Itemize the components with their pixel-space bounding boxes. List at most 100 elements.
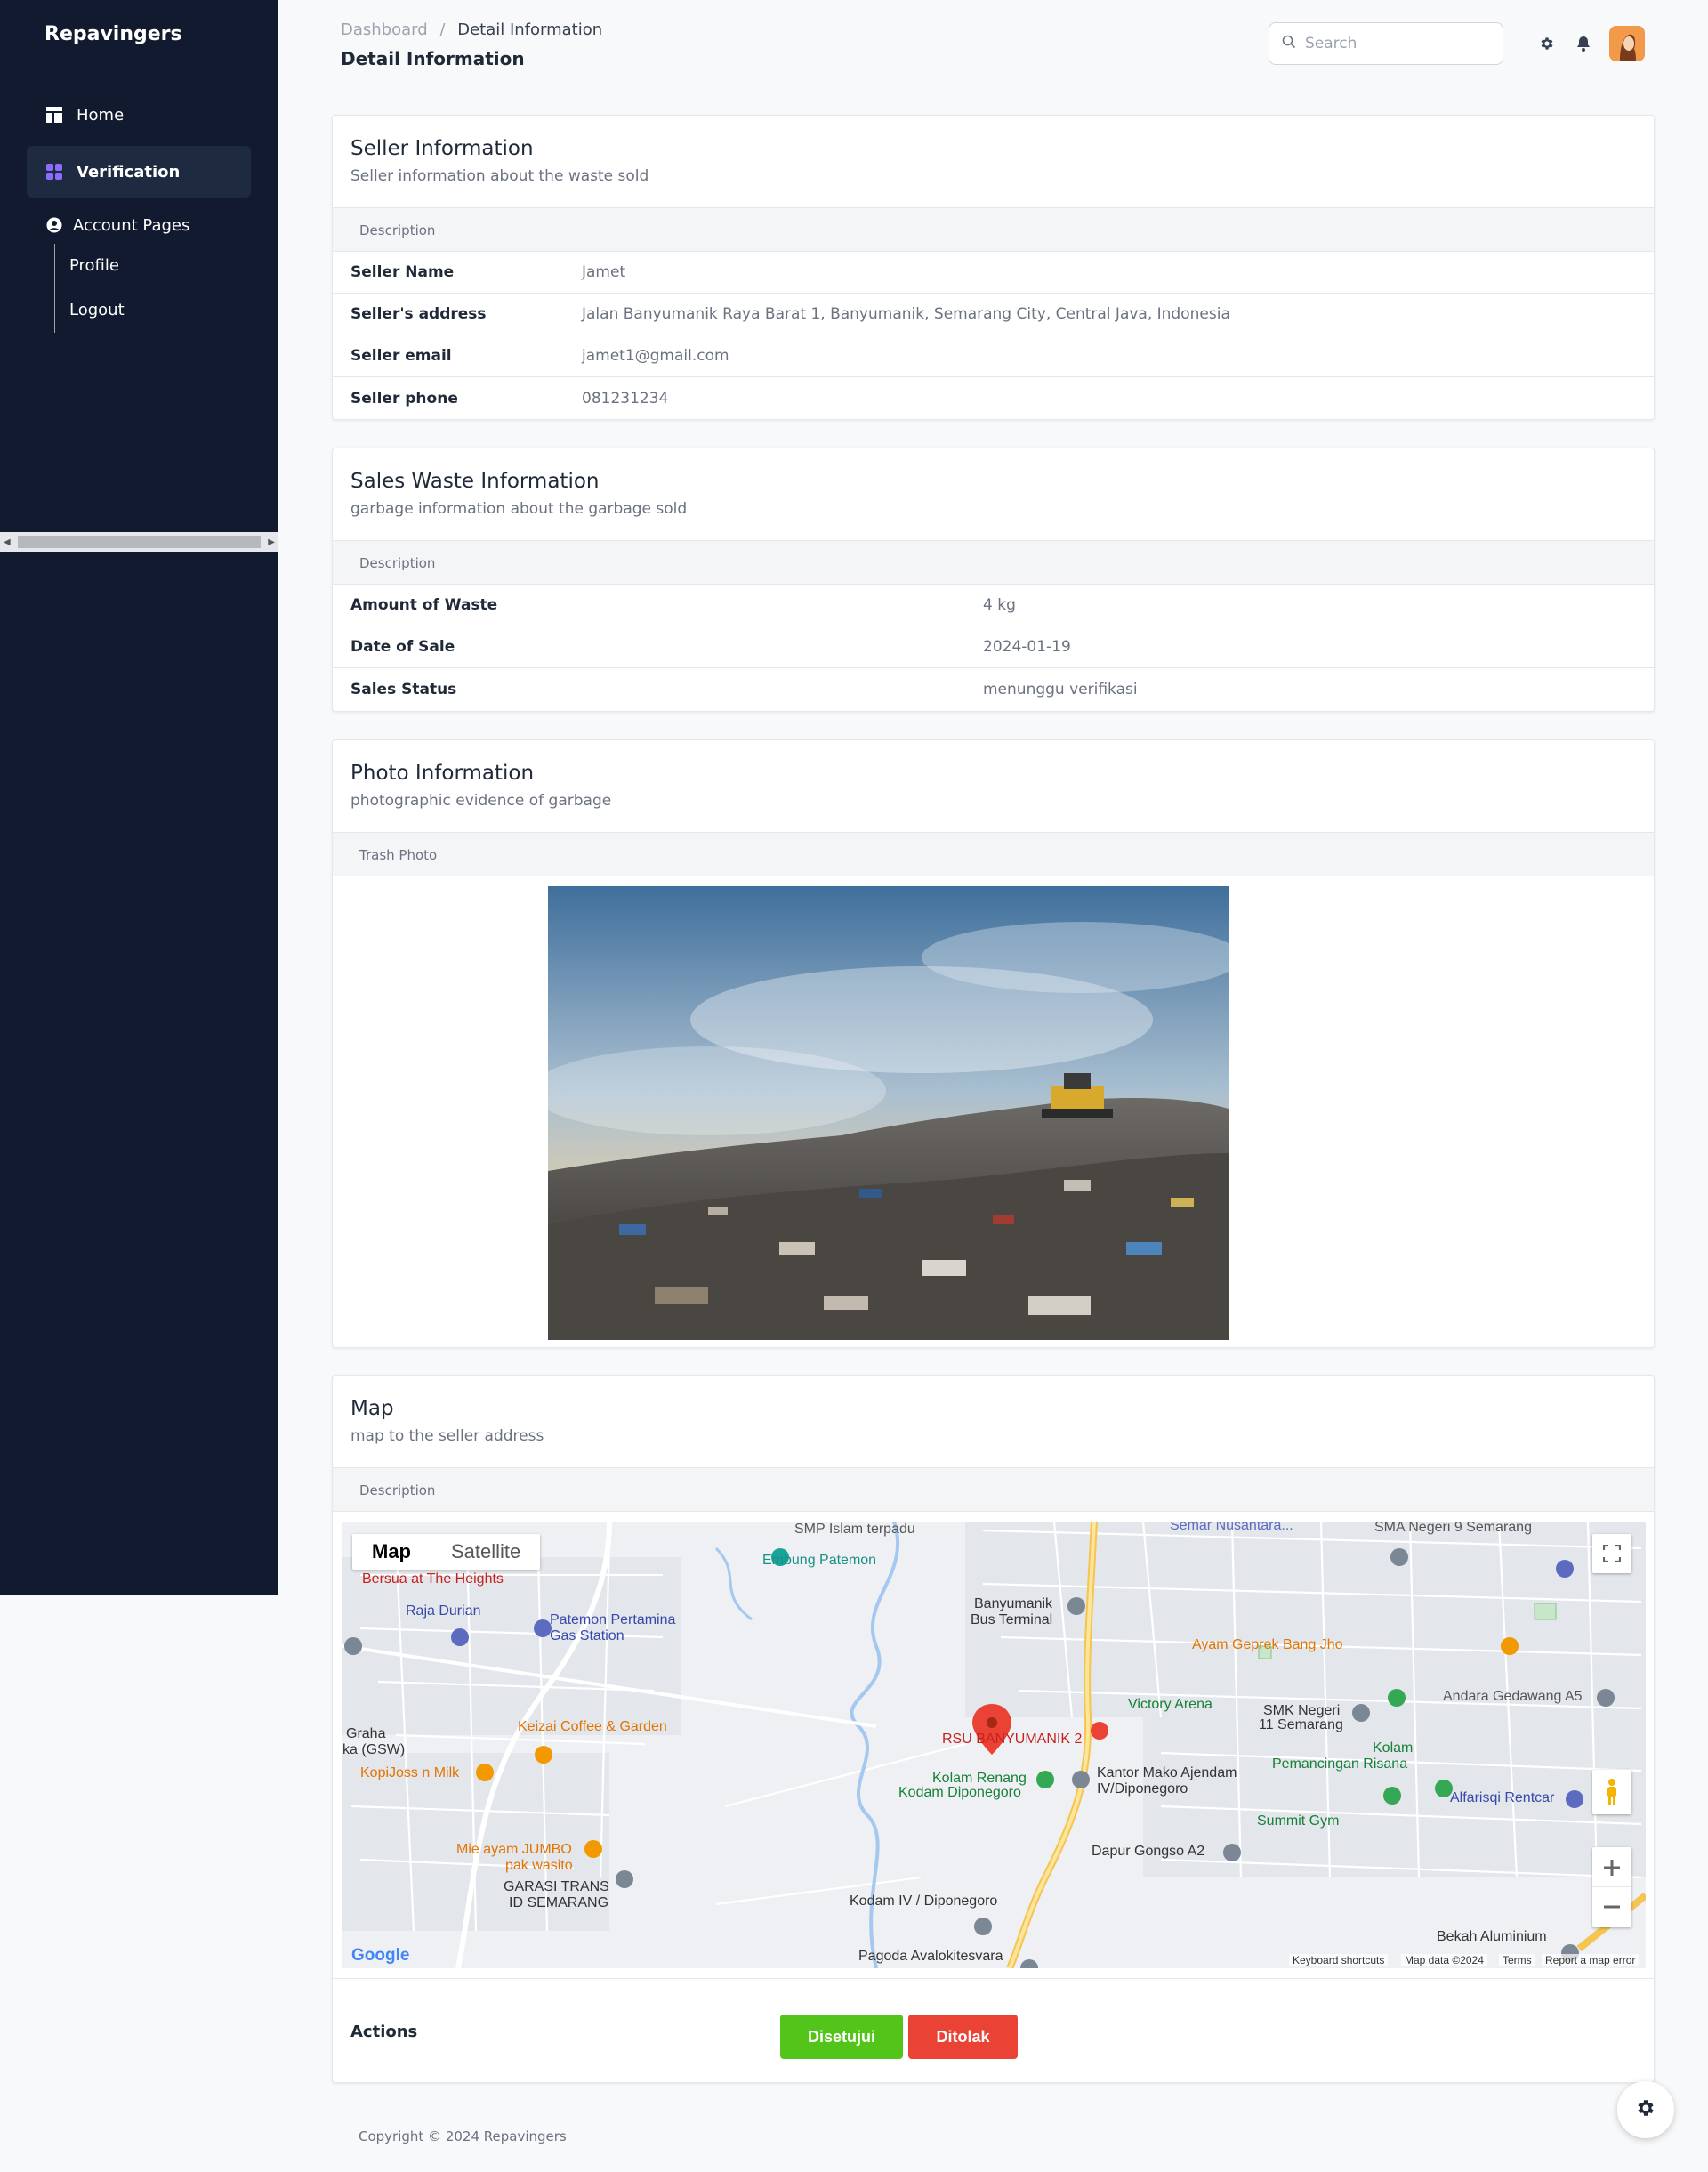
actions-label: Actions <box>350 2023 418 2041</box>
map-label: Victory Arena <box>1128 1697 1213 1712</box>
card-title: Photo Information <box>350 762 535 785</box>
card-title: Seller Information <box>350 137 534 160</box>
page-title: Detail Information <box>341 48 525 69</box>
map-label: Ayam Geprek Bang Jho <box>1192 1637 1343 1652</box>
map-label: Alfarisqi Rentcar <box>1450 1790 1555 1805</box>
scroll-right-icon[interactable]: ▶ <box>268 537 275 547</box>
street-view-pegman-icon[interactable] <box>1592 1770 1631 1814</box>
scrollbar-thumb[interactable] <box>18 536 261 548</box>
map-label: Kantor Mako Ajendam <box>1097 1765 1237 1780</box>
scroll-left-icon[interactable]: ◀ <box>4 537 11 547</box>
photo-information-card: Photo Information photographic evidence … <box>332 739 1655 1348</box>
sidebar-item-label: Home <box>77 105 125 125</box>
row-key: Seller Name <box>350 263 455 281</box>
search-box[interactable] <box>1269 22 1503 65</box>
zoom-out-icon[interactable] <box>1592 1887 1631 1926</box>
map-label: Kodam IV / Diponegoro <box>850 1893 998 1909</box>
row-key: Date of Sale <box>350 638 455 656</box>
map-label: 11 Semarang <box>1259 1717 1343 1732</box>
sidebar-item-label: Account Pages <box>73 215 190 235</box>
account-subnav: Profile Logout <box>54 244 125 333</box>
map-type-map-button[interactable]: Map <box>352 1534 431 1570</box>
map-label: Keizai Coffee & Garden <box>518 1719 667 1734</box>
map-label: Kodam Diponegoro <box>898 1785 1021 1800</box>
trash-photo <box>548 886 1229 1340</box>
map-data-attribution: Map data ©2024 <box>1401 1954 1487 1966</box>
table-row: Amount of Waste 4 kg <box>333 585 1654 626</box>
map-label: Andara Gedawang A5 <box>1443 1689 1583 1704</box>
gear-icon[interactable] <box>1537 34 1557 53</box>
map-label: GARASI TRANS <box>504 1879 609 1894</box>
map-label: Dapur Gongso A2 <box>1092 1844 1205 1859</box>
terms-link[interactable]: Terms <box>1499 1954 1535 1966</box>
map-label: ID SEMARANG <box>509 1895 609 1910</box>
row-value: jamet1@gmail.com <box>582 347 729 365</box>
table-row: Date of Sale 2024-01-19 <box>333 626 1654 668</box>
map-label: Summit Gym <box>1257 1813 1340 1829</box>
brand-logo[interactable]: Repavingers <box>44 23 182 45</box>
user-circle-icon <box>46 217 62 233</box>
bell-icon[interactable] <box>1574 34 1593 53</box>
google-logo: Google <box>351 1946 410 1965</box>
map-label: IV/Diponegoro <box>1097 1781 1188 1797</box>
breadcrumb: Dashboard / Detail Information <box>341 20 602 39</box>
gear-icon <box>1635 2097 1656 2122</box>
table-row: Seller email jamet1@gmail.com <box>333 335 1654 377</box>
sidebar-scrollbar[interactable]: ◀ ▶ <box>0 532 278 552</box>
zoom-in-icon[interactable] <box>1592 1848 1631 1887</box>
map-label: Pemancingan Risana <box>1272 1756 1408 1772</box>
table-row: Seller Name Jamet <box>333 252 1654 294</box>
zoom-control <box>1592 1847 1631 1927</box>
row-value: Jamet <box>582 263 626 281</box>
row-value: menunggu verifikasi <box>983 680 1138 698</box>
card-title: Sales Waste Information <box>350 470 600 493</box>
keyboard-shortcuts-link[interactable]: Keyboard shortcuts <box>1289 1954 1389 1966</box>
reject-button[interactable]: Ditolak <box>908 2015 1018 2059</box>
google-map[interactable]: SMP Islam terpadu Embung Patemon Semar N… <box>342 1522 1646 1968</box>
settings-fab[interactable] <box>1617 2081 1674 2138</box>
sidebar-item-verification[interactable]: Verification <box>27 146 251 198</box>
breadcrumb-dashboard[interactable]: Dashboard <box>341 20 428 39</box>
map-label: Raja Durian <box>406 1603 481 1619</box>
breadcrumb-separator: / <box>439 20 446 39</box>
search-input[interactable] <box>1305 35 1483 52</box>
card-title: Map <box>350 1397 394 1420</box>
description-header: Description <box>333 1467 1654 1512</box>
table-row: Seller phone 081231234 <box>333 377 1654 419</box>
report-map-error-link[interactable]: Report a map error <box>1542 1954 1640 1966</box>
row-value: 2024-01-19 <box>983 638 1071 656</box>
map-label: Bersua at The Heights <box>362 1571 504 1587</box>
map-label: Semar Nusantara... <box>1170 1522 1293 1533</box>
map-label: Bus Terminal <box>971 1612 1053 1627</box>
fullscreen-icon[interactable] <box>1592 1534 1631 1573</box>
row-value: Jalan Banyumanik Raya Barat 1, Banyumani… <box>582 305 1230 323</box>
sidebar-item-profile[interactable]: Profile <box>55 244 125 288</box>
sidebar-item-home[interactable]: Home <box>27 89 251 141</box>
card-subtitle: photographic evidence of garbage <box>350 792 612 810</box>
map-label: Kolam <box>1373 1740 1414 1756</box>
map-label: Patemon Pertamina <box>550 1612 676 1627</box>
row-value: 4 kg <box>983 596 1016 614</box>
sidebar-item-label: Verification <box>77 162 181 182</box>
copyright-text: Copyright © 2024 Repavingers <box>359 2128 567 2144</box>
grid-icon <box>46 164 62 180</box>
sidebar-item-logout[interactable]: Logout <box>55 288 125 333</box>
seller-information-card: Seller Information Seller information ab… <box>332 115 1655 420</box>
map-type-control: Map Satellite <box>352 1534 541 1570</box>
map-label: KopiJoss n Milk <box>360 1765 460 1780</box>
map-label: Gas Station <box>550 1628 624 1643</box>
card-subtitle: garbage information about the garbage so… <box>350 500 688 518</box>
row-value: 081231234 <box>582 389 669 408</box>
row-key: Sales Status <box>350 680 457 698</box>
avatar[interactable] <box>1609 26 1645 61</box>
approve-button[interactable]: Disetujui <box>780 2015 903 2059</box>
map-type-satellite-button[interactable]: Satellite <box>431 1534 540 1570</box>
layout-icon <box>46 107 62 123</box>
row-key: Amount of Waste <box>350 596 498 614</box>
description-header: Description <box>333 207 1654 252</box>
description-header: Description <box>333 540 1654 585</box>
map-label: Pagoda Avalokitesvara <box>858 1949 1003 1964</box>
row-key: Seller phone <box>350 389 458 408</box>
map-label: pak wasito <box>505 1858 573 1873</box>
sidebar: Repavingers Home Verification Account Pa… <box>0 0 278 1595</box>
